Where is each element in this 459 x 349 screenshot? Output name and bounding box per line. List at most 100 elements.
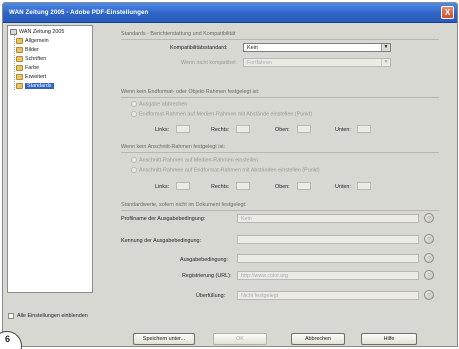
registry-label: Registrierung (URL):: [182, 273, 232, 279]
trimbox-option-offset-label: Endformat-Rahmen auf Medien-Rahmen mit A…: [139, 111, 313, 118]
tree-item-allgemein[interactable]: Allgemein: [16, 37, 49, 44]
trapping-action-button[interactable]: ○: [424, 290, 434, 300]
folder-icon: [16, 37, 23, 44]
tree-item-label: Allgemein: [25, 37, 49, 44]
compat-standard-value: Kein: [247, 45, 258, 51]
tree-item-schriften[interactable]: Schriften: [16, 55, 46, 62]
circle-button-icon: ○: [427, 272, 431, 278]
tree-root[interactable]: WAN Zeitung 2005: [10, 28, 64, 35]
show-all-checkbox[interactable]: [8, 313, 14, 319]
bleedbox-option-media[interactable]: Anschnitt-Rahmen auf Medien-Rahmen einst…: [131, 157, 258, 163]
compat-standard-select[interactable]: Kein ▼: [243, 43, 391, 52]
tree-item-label: Erweitert: [25, 73, 47, 80]
trimbox-section-title: Wenn kein Endformat- oder Objekt-Rahmen …: [121, 89, 260, 95]
radio-button[interactable]: [131, 157, 137, 163]
trim-bottom-field[interactable]: [357, 125, 371, 133]
settings-tree: WAN Zeitung 2005 Allgemein Bilder Schrif…: [7, 25, 93, 293]
radio-button[interactable]: [131, 101, 137, 107]
trimbox-option-abort[interactable]: Ausgabe abbrechen: [131, 101, 187, 107]
bleedbox-section-title: Wenn kein Anschnitt-Rahmen festgelegt is…: [121, 144, 226, 150]
folder-icon: [16, 73, 23, 80]
folder-icon: [16, 46, 23, 53]
bleedbox-option-offset[interactable]: Anschnitt-Rahmen auf Endformat-Rahmen mi…: [131, 167, 320, 173]
trim-bottom-label: Unten:: [335, 127, 351, 133]
trim-top-field[interactable]: [297, 125, 311, 133]
trim-top-label: Oben:: [275, 127, 290, 133]
bleed-top-label: Oben:: [275, 184, 290, 190]
bleed-right-label: Rechts:: [211, 184, 230, 190]
trimbox-option-offset[interactable]: Endformat-Rahmen auf Medien-Rahmen mit A…: [131, 111, 312, 117]
chevron-down-icon[interactable]: ▼: [381, 44, 390, 51]
profile-name-action-button[interactable]: ○: [424, 213, 434, 223]
folder-icon: [16, 64, 23, 71]
bleed-top-field[interactable]: [297, 182, 311, 190]
noncompliant-value: Fortfahren: [247, 60, 272, 66]
bleed-right-field[interactable]: [236, 182, 250, 190]
tree-item-standards[interactable]: Standards: [16, 82, 54, 89]
tree-item-farbe[interactable]: Farbe: [16, 64, 39, 71]
folder-icon: [16, 82, 23, 89]
tree-item-label: Bilder: [25, 46, 39, 53]
close-button[interactable]: X: [441, 6, 454, 19]
profile-name-select[interactable]: Kein: [237, 214, 419, 223]
condition-id-field[interactable]: [237, 235, 419, 244]
bleedbox-option-offset-label: Anschnitt-Rahmen auf Endformat-Rahmen mi…: [139, 167, 320, 174]
bleed-bottom-label: Unten:: [335, 184, 351, 190]
close-icon: X: [444, 8, 451, 17]
profile-name-value: Kein: [241, 216, 252, 222]
trim-right-label: Rechts:: [211, 127, 230, 133]
cancel-button[interactable]: Abbrechen: [291, 333, 345, 345]
noncompliant-select[interactable]: Fortfahren ▼: [243, 58, 391, 67]
tree-connector: [14, 35, 15, 90]
trim-right-field[interactable]: [236, 125, 250, 133]
standards-section-title: Standards - Berichterstattung und Kompat…: [121, 31, 236, 37]
divider: [121, 210, 439, 211]
help-button[interactable]: Hilfe: [361, 333, 417, 345]
registry-action-button[interactable]: ○: [424, 270, 434, 280]
registry-field[interactable]: http://www.color.org: [237, 271, 419, 280]
radio-button[interactable]: [131, 167, 137, 173]
noncompliant-label: Wenn nicht kompatibel:: [181, 60, 237, 66]
pdf-settings-window: WAN Zeitung 2005 - Adobe PDF-Einstellung…: [2, 2, 458, 347]
circle-button-icon: ○: [427, 215, 431, 221]
bleed-left-label: Links:: [155, 184, 170, 190]
show-all-settings[interactable]: Alle Einstellungen einblenden: [8, 313, 88, 319]
tree-item-label: Farbe: [25, 64, 40, 71]
circle-button-icon: ○: [427, 255, 431, 261]
divider: [121, 152, 439, 153]
tree-root-label: WAN Zeitung 2005: [19, 28, 65, 35]
bleedbox-option-media-label: Anschnitt-Rahmen auf Medien-Rahmen einst…: [139, 157, 258, 164]
output-condition-action-button[interactable]: ○: [424, 253, 434, 263]
circle-button-icon: ○: [427, 236, 431, 242]
output-condition-label: Ausgabebedingung:: [180, 257, 228, 263]
registry-value: http://www.color.org: [241, 273, 289, 279]
folder-icon: [16, 55, 23, 62]
profile-name-label: Profilname der Ausgabebedingung:: [121, 216, 206, 222]
tree-item-label: Schriften: [25, 55, 47, 62]
save-as-button[interactable]: Speichern unter...: [133, 333, 195, 345]
radio-button[interactable]: [131, 111, 137, 117]
title-bar[interactable]: WAN Zeitung 2005 - Adobe PDF-Einstellung…: [3, 3, 457, 23]
trapping-select[interactable]: Nicht festgelegt: [237, 291, 419, 300]
trimbox-option-abort-label: Ausgabe abbrechen: [139, 101, 188, 108]
condition-id-action-button[interactable]: ○: [424, 234, 434, 244]
tree-item-label: Standards: [25, 82, 54, 89]
bleed-bottom-field[interactable]: [357, 182, 371, 190]
ok-button[interactable]: OK: [213, 333, 267, 345]
compat-standard-label: Kompatibilitätsstandard:: [170, 45, 228, 51]
divider: [121, 39, 439, 40]
bleed-left-field[interactable]: [176, 182, 190, 190]
trapping-value: Nicht festgelegt: [241, 293, 279, 299]
tree-item-erweitert[interactable]: Erweitert: [16, 73, 46, 80]
trapping-label: Überfüllung:: [196, 293, 226, 299]
condition-id-label: Kennung der Ausgabebedingung:: [121, 238, 202, 244]
chevron-down-icon[interactable]: ▼: [381, 59, 390, 66]
divider: [121, 97, 439, 98]
output-condition-field[interactable]: [237, 254, 419, 263]
show-all-label: Alle Einstellungen einblenden: [17, 313, 88, 319]
circle-button-icon: ○: [427, 292, 431, 298]
output-intent-section-title: Standardwerte, sofern nicht im Dokument …: [121, 202, 247, 208]
trim-left-field[interactable]: [176, 125, 190, 133]
document-icon: [10, 28, 17, 35]
tree-item-bilder[interactable]: Bilder: [16, 46, 39, 53]
